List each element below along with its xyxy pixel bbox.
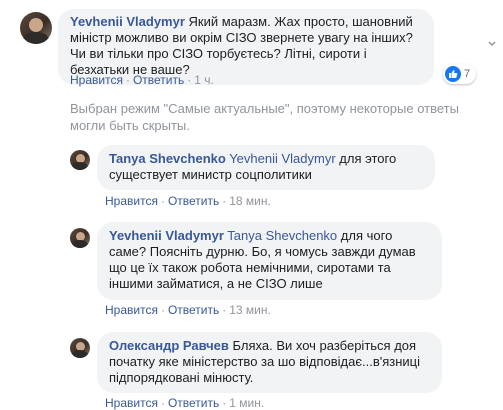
reply-timestamp[interactable]: 18 мин. <box>229 194 271 208</box>
chevron-down-icon[interactable] <box>487 38 497 48</box>
like-button[interactable]: Нравится <box>70 73 123 87</box>
like-button[interactable]: Нравится <box>105 396 158 410</box>
reply-bubble: Олександр Равчев Бляха. Ви хоч разберіть… <box>97 332 442 393</box>
reply-actions: Нравится · Ответить · 18 мин. <box>105 194 271 208</box>
reply-bubble: Tanya Shevchenko Yevhenii Vladymyr для э… <box>97 145 435 190</box>
reaction-summary[interactable]: 7 <box>443 64 477 84</box>
reply-button[interactable]: Ответить <box>168 396 219 410</box>
reply-button[interactable]: Ответить <box>133 73 184 87</box>
like-button[interactable]: Нравится <box>105 194 158 208</box>
avatar[interactable] <box>70 150 90 170</box>
like-button[interactable]: Нравится <box>105 303 158 317</box>
avatar[interactable] <box>70 228 90 248</box>
comment-actions: Нравится · Ответить · 1 ч. <box>70 73 214 87</box>
reaction-count: 7 <box>464 68 471 80</box>
reply-actions: Нравится · Ответить · 13 мин. <box>105 303 271 317</box>
reply-button[interactable]: Ответить <box>168 194 219 208</box>
reply-author[interactable]: Tanya Shevchenko <box>109 151 226 166</box>
reply-bubble: Yevhenii Vladymyr Tanya Shevchenko для ч… <box>97 222 442 300</box>
avatar[interactable] <box>70 338 90 358</box>
reply-author[interactable]: Yevhenii Vladymyr <box>109 228 224 243</box>
comment-author[interactable]: Yevhenii Vladymyr <box>70 14 185 29</box>
reply-timestamp[interactable]: 13 мин. <box>229 303 271 317</box>
mention-tag[interactable]: Tanya Shevchenko <box>227 228 337 243</box>
reply-actions: Нравится · Ответить · 1 мин. <box>105 396 265 410</box>
reply-timestamp[interactable]: 1 мин. <box>229 396 264 410</box>
reply-author[interactable]: Олександр Равчев <box>109 338 229 353</box>
like-icon <box>445 66 461 82</box>
filter-notice: Выбран режим "Самые актуальные", поэтому… <box>70 101 459 133</box>
reply-button[interactable]: Ответить <box>168 303 219 317</box>
comment-timestamp[interactable]: 1 ч. <box>194 73 214 87</box>
mention-tag[interactable]: Yevhenii Vladymyr <box>229 151 335 166</box>
avatar[interactable] <box>20 12 52 44</box>
